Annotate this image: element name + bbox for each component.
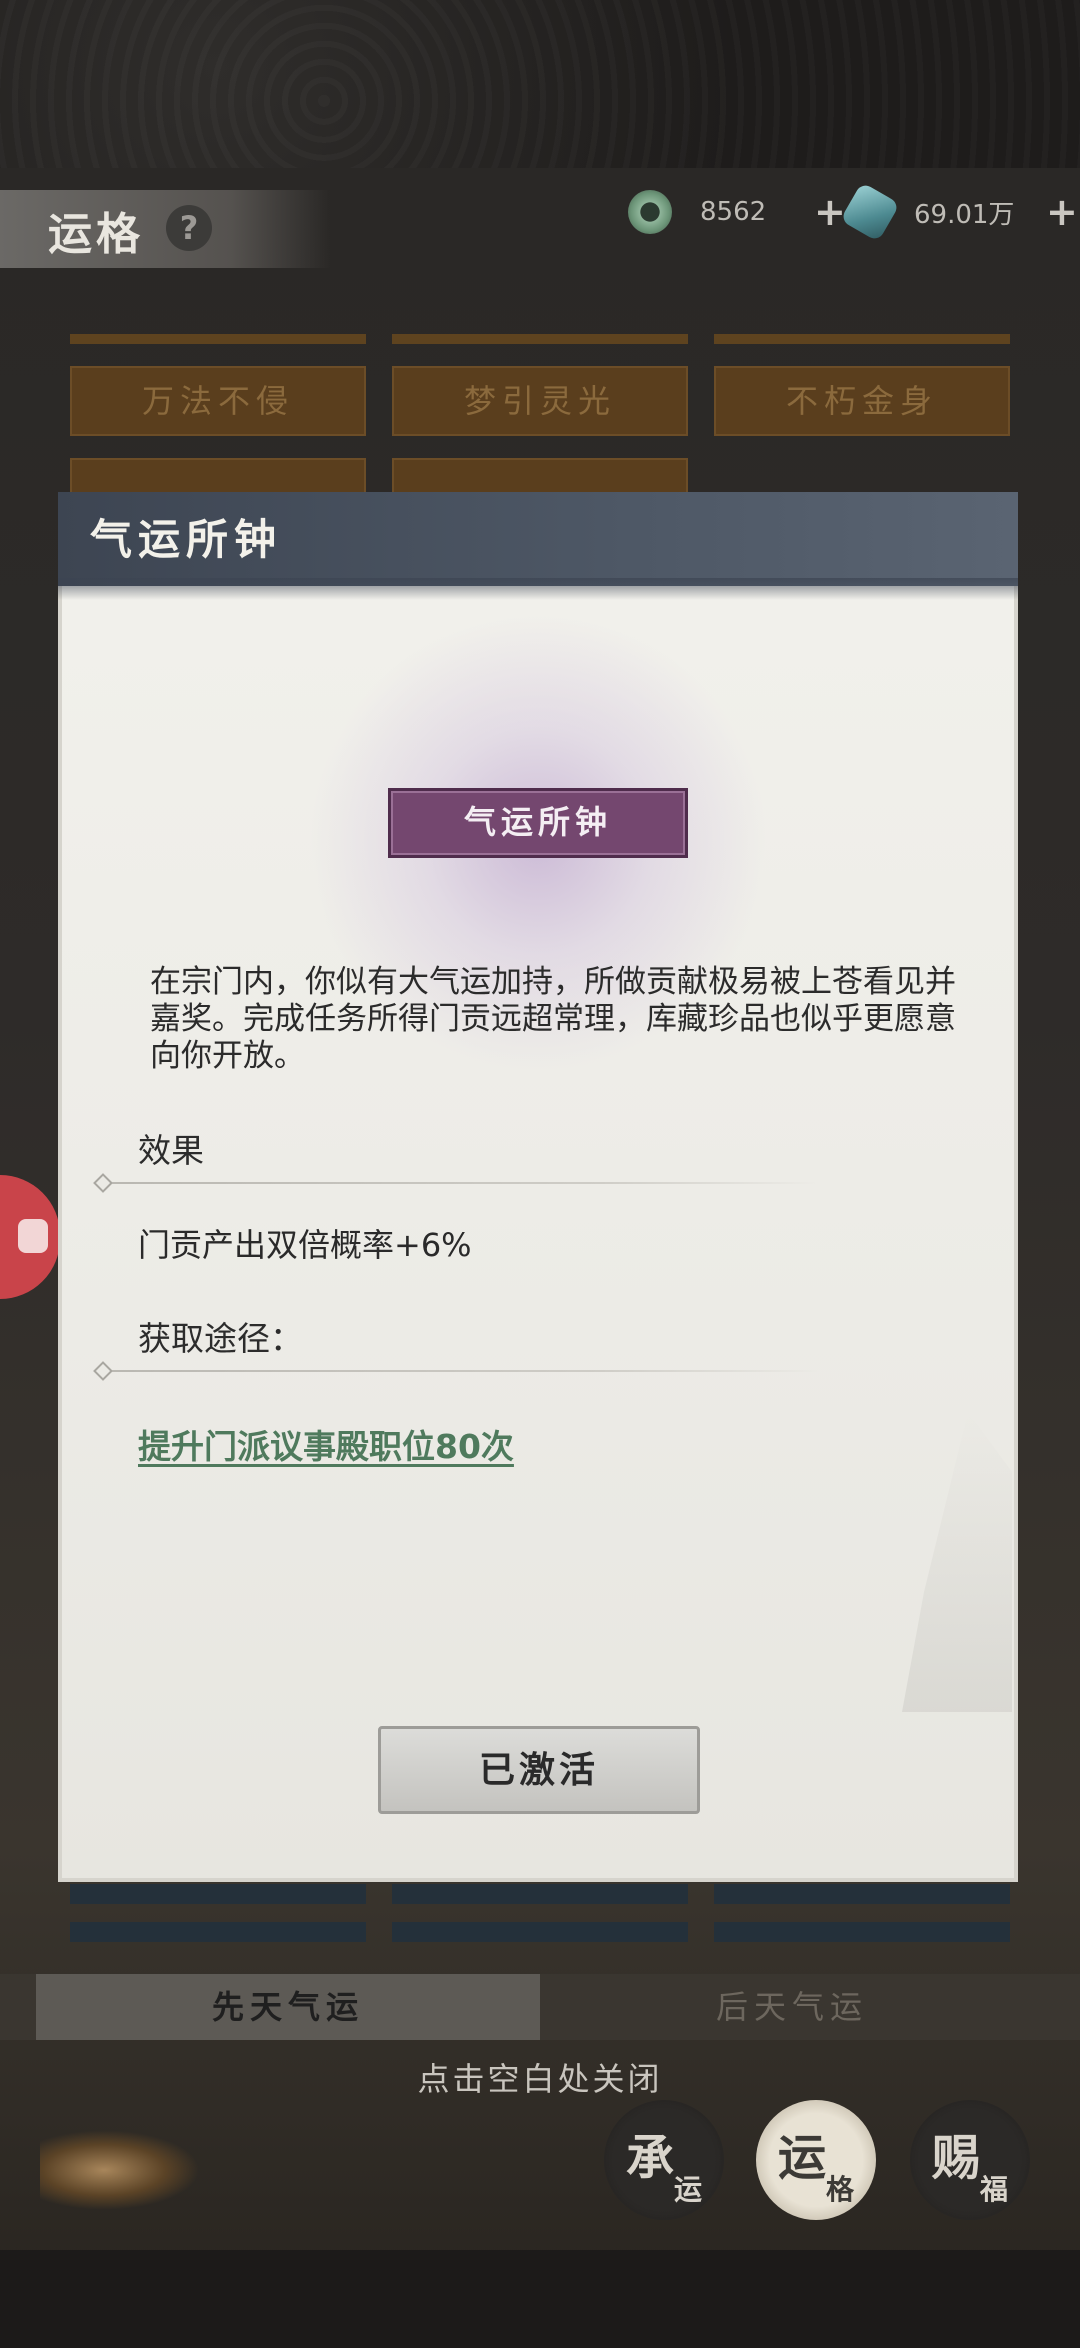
- nav-label-main: 承: [626, 2130, 675, 2186]
- currency-jade: 8562 +: [628, 188, 846, 236]
- ink-brush-decor: [40, 2130, 200, 2210]
- bg-tile-strip: [392, 1884, 688, 1904]
- add-jade-button[interactable]: +: [814, 190, 846, 234]
- bottom-decor-band: [0, 2250, 1080, 2348]
- item-name-plate: 气运所钟: [388, 788, 688, 858]
- add-crystal-button[interactable]: +: [1046, 190, 1078, 234]
- bg-tile-strip: [392, 1922, 688, 1942]
- nav-label-sub: 运: [674, 2173, 703, 2206]
- page-title: 运格: [48, 209, 144, 260]
- modal-title: 气运所钟: [90, 515, 283, 564]
- nav-cifu-button[interactable]: 赐 福: [910, 2100, 1030, 2220]
- divider: [98, 1182, 818, 1184]
- effect-label: 效果: [138, 1131, 204, 1170]
- acquire-label: 获取途径：: [138, 1319, 303, 1358]
- activated-button[interactable]: 已激活: [378, 1726, 700, 1814]
- nav-yunge-button[interactable]: 运 格: [756, 2100, 876, 2220]
- bg-tile-strip: [70, 1884, 366, 1904]
- item-description: 在宗门内，你似有大气运加持，所做贡献极易被上苍看见并嘉奖。完成任务所得门贡远超常…: [150, 964, 956, 1074]
- currency-crystal: 69.01万 +: [839, 181, 1078, 243]
- tab-acquired-fortune[interactable]: 后天气运: [540, 1974, 1044, 2040]
- currency-value: 8562: [700, 197, 767, 227]
- nav-label-sub: 格: [826, 2173, 855, 2206]
- close-hint[interactable]: 点击空白处关闭: [0, 2054, 1080, 2100]
- bg-tile-strip: [714, 1922, 1010, 1942]
- tab-innate-fortune[interactable]: 先天气运: [36, 1974, 540, 2040]
- fortune-tabs: 先天气运 后天气运: [0, 1974, 1080, 2040]
- jade-coin-icon: [628, 190, 672, 234]
- divider: [98, 1370, 818, 1372]
- bg-tile[interactable]: 梦引灵光: [392, 366, 688, 436]
- question-icon[interactable]: ?: [166, 205, 212, 251]
- bg-tile-strip: [392, 334, 688, 344]
- effect-value: 门贡产出双倍概率+6%: [138, 1226, 472, 1264]
- ink-mountain-decor: [902, 1412, 1012, 1712]
- bg-tile[interactable]: 万法不侵: [70, 366, 366, 436]
- top-decor-band: [0, 0, 1080, 168]
- bg-tile[interactable]: 不朽金身: [714, 366, 1010, 436]
- nav-label-sub: 福: [980, 2173, 1009, 2206]
- nav-label-main: 运: [778, 2130, 827, 2186]
- bg-tile-strip: [714, 334, 1010, 344]
- bg-tile-strip: [714, 1884, 1010, 1904]
- acquire-method-link[interactable]: 提升门派议事殿职位80次: [138, 1420, 514, 1468]
- fortune-detail-modal: 气运所钟 气运所钟 在宗门内，你似有大气运加持，所做贡献极易被上苍看见并嘉奖。完…: [58, 492, 1018, 1882]
- bg-tile-strip: [70, 1922, 366, 1942]
- nav-chengyun-button[interactable]: 承 运: [604, 2100, 724, 2220]
- spirit-crystal-icon: [839, 181, 901, 243]
- nav-label-main: 赐: [932, 2130, 981, 2186]
- bg-tile-strip: [70, 334, 366, 344]
- currency-value: 69.01万: [914, 199, 1015, 230]
